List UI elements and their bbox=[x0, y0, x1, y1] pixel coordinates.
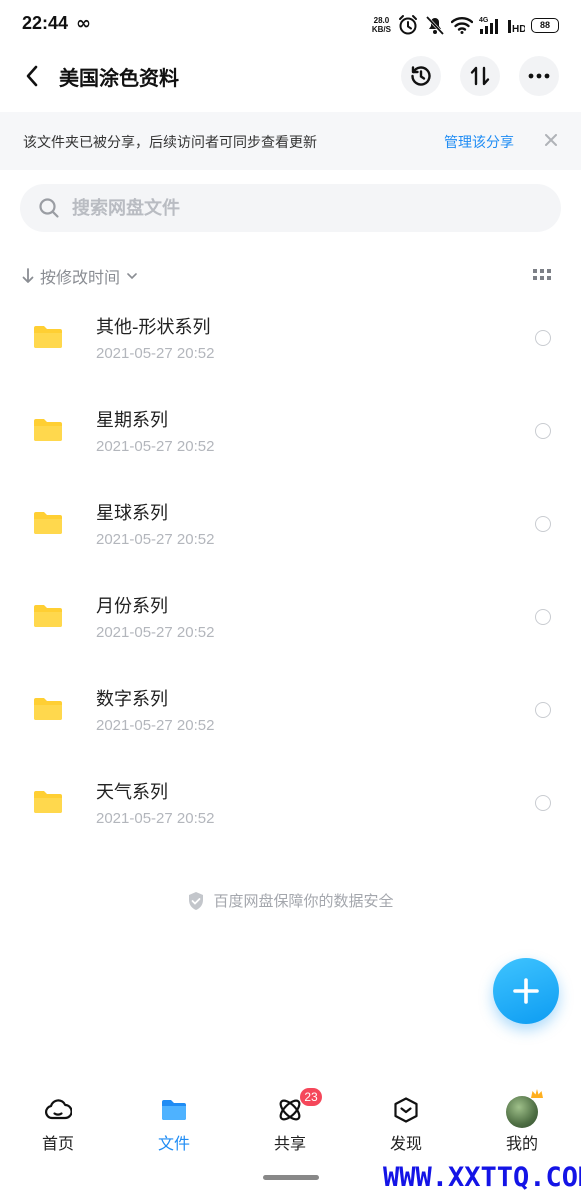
file-date: 2021-05-27 20:52 bbox=[96, 438, 215, 455]
file-row[interactable]: 数字系列 2021-05-27 20:52 bbox=[0, 662, 581, 755]
svg-text:4G: 4G bbox=[479, 17, 489, 24]
network-speed: 28.0 KB/S bbox=[372, 16, 391, 34]
more-button[interactable] bbox=[519, 56, 559, 96]
share-banner-text: 该文件夹已被分享，后续访问者可同步查看更新 bbox=[23, 135, 317, 151]
file-name: 数字系列 bbox=[96, 689, 168, 710]
file-name: 天气系列 bbox=[96, 782, 168, 803]
nav-label: 共享 bbox=[273, 1134, 306, 1153]
hd-icon: HD bbox=[508, 20, 525, 34]
select-checkbox[interactable] bbox=[535, 423, 551, 439]
folder-icon bbox=[34, 419, 62, 441]
bottom-nav: 首页 文件 23 共享 发现 我的 bbox=[0, 1086, 581, 1156]
select-checkbox[interactable] bbox=[535, 795, 551, 811]
nav-label: 文件 bbox=[157, 1134, 190, 1153]
file-name: 星期系列 bbox=[96, 410, 168, 431]
select-checkbox[interactable] bbox=[535, 702, 551, 718]
page-title: 美国涂色资料 bbox=[59, 66, 179, 90]
file-row[interactable]: 天气系列 2021-05-27 20:52 bbox=[0, 755, 581, 848]
nav-discover[interactable]: 发现 bbox=[348, 1086, 464, 1156]
select-checkbox[interactable] bbox=[535, 516, 551, 532]
history-button[interactable] bbox=[401, 56, 441, 96]
nav-home[interactable]: 首页 bbox=[0, 1086, 116, 1156]
file-date: 2021-05-27 20:52 bbox=[96, 345, 215, 362]
file-list: 其他-形状系列 2021-05-27 20:52 星期系列 2021-05-27… bbox=[0, 290, 581, 848]
more-icon bbox=[528, 73, 550, 79]
home-indicator[interactable] bbox=[263, 1175, 319, 1180]
search-bar[interactable] bbox=[20, 184, 561, 232]
grid-view-icon[interactable] bbox=[531, 266, 553, 286]
search-input[interactable] bbox=[72, 184, 532, 232]
back-button[interactable] bbox=[14, 60, 50, 92]
transfer-button[interactable] bbox=[460, 56, 500, 96]
file-date: 2021-05-27 20:52 bbox=[96, 531, 215, 548]
cloud-icon bbox=[45, 1099, 72, 1120]
banner-close-button[interactable] bbox=[538, 126, 564, 154]
header: 美国涂色资料 bbox=[0, 48, 581, 104]
notification-badge: 23 bbox=[300, 1088, 322, 1106]
file-row[interactable]: 月份系列 2021-05-27 20:52 bbox=[0, 569, 581, 662]
share-banner: 该文件夹已被分享，后续访问者可同步查看更新 管理该分享 bbox=[0, 112, 581, 170]
nav-share[interactable]: 23 共享 bbox=[232, 1086, 348, 1156]
nav-label: 我的 bbox=[505, 1134, 538, 1153]
select-checkbox[interactable] bbox=[535, 609, 551, 625]
add-button[interactable] bbox=[493, 958, 559, 1024]
file-row[interactable]: 其他-形状系列 2021-05-27 20:52 bbox=[0, 290, 581, 383]
discover-box-icon bbox=[394, 1097, 418, 1123]
nav-mine[interactable]: 我的 bbox=[464, 1086, 580, 1156]
folder-icon bbox=[34, 605, 62, 627]
nav-label: 首页 bbox=[41, 1134, 74, 1153]
watermark-text: WWW.XXTTQ.COM bbox=[383, 1162, 581, 1193]
nav-files[interactable]: 文件 bbox=[116, 1086, 232, 1156]
status-time: 22:44 bbox=[22, 13, 69, 33]
security-note-text: 百度网盘保障你的数据安全 bbox=[213, 892, 394, 910]
file-name: 月份系列 bbox=[96, 596, 168, 617]
file-row[interactable]: 星期系列 2021-05-27 20:52 bbox=[0, 383, 581, 476]
history-clock-icon bbox=[411, 66, 431, 86]
file-date: 2021-05-27 20:52 bbox=[96, 810, 215, 827]
sort-arrow-icon bbox=[22, 268, 34, 283]
file-date: 2021-05-27 20:52 bbox=[96, 717, 215, 734]
folder-icon bbox=[34, 698, 62, 720]
alarm-icon bbox=[399, 15, 417, 35]
security-note: 百度网盘保障你的数据安全 bbox=[0, 890, 581, 911]
mute-bell-icon bbox=[425, 15, 445, 36]
folder-icon bbox=[34, 791, 62, 813]
wifi-icon bbox=[451, 17, 473, 34]
file-name: 星球系列 bbox=[96, 503, 168, 524]
shield-icon bbox=[189, 891, 204, 910]
sort-control[interactable]: 按修改时间 bbox=[22, 262, 138, 290]
back-arrow-icon bbox=[26, 65, 38, 87]
infinity-icon: ∞ bbox=[76, 13, 91, 34]
crown-icon bbox=[531, 1089, 543, 1098]
chevron-down-icon bbox=[127, 273, 137, 280]
sort-label: 按修改时间 bbox=[40, 268, 121, 287]
file-row[interactable]: 星球系列 2021-05-27 20:52 bbox=[0, 476, 581, 569]
file-name: 其他-形状系列 bbox=[96, 317, 211, 338]
close-icon bbox=[545, 134, 557, 146]
battery-indicator: 88 bbox=[531, 17, 559, 33]
manage-share-link[interactable]: 管理该分享 bbox=[444, 132, 514, 152]
search-icon bbox=[39, 198, 59, 218]
file-date: 2021-05-27 20:52 bbox=[96, 624, 215, 641]
select-checkbox[interactable] bbox=[535, 330, 551, 346]
status-bar: 22:44 ∞ 28.0 KB/S 4G HD 88 bbox=[0, 0, 581, 48]
folder-icon bbox=[162, 1100, 186, 1120]
nav-label: 发现 bbox=[389, 1134, 422, 1153]
signal-4g-icon: 4G bbox=[479, 17, 498, 34]
status-icons: 28.0 KB/S 4G HD 88 bbox=[372, 14, 559, 36]
avatar bbox=[506, 1096, 538, 1128]
svg-text:HD: HD bbox=[512, 24, 525, 34]
folder-icon bbox=[34, 512, 62, 534]
plus-icon bbox=[513, 978, 539, 1004]
folder-icon bbox=[34, 326, 62, 348]
transfer-icon bbox=[470, 66, 490, 86]
network-speed-unit: KB/S bbox=[371, 25, 391, 34]
network-speed-value: 28.0 bbox=[373, 16, 390, 25]
